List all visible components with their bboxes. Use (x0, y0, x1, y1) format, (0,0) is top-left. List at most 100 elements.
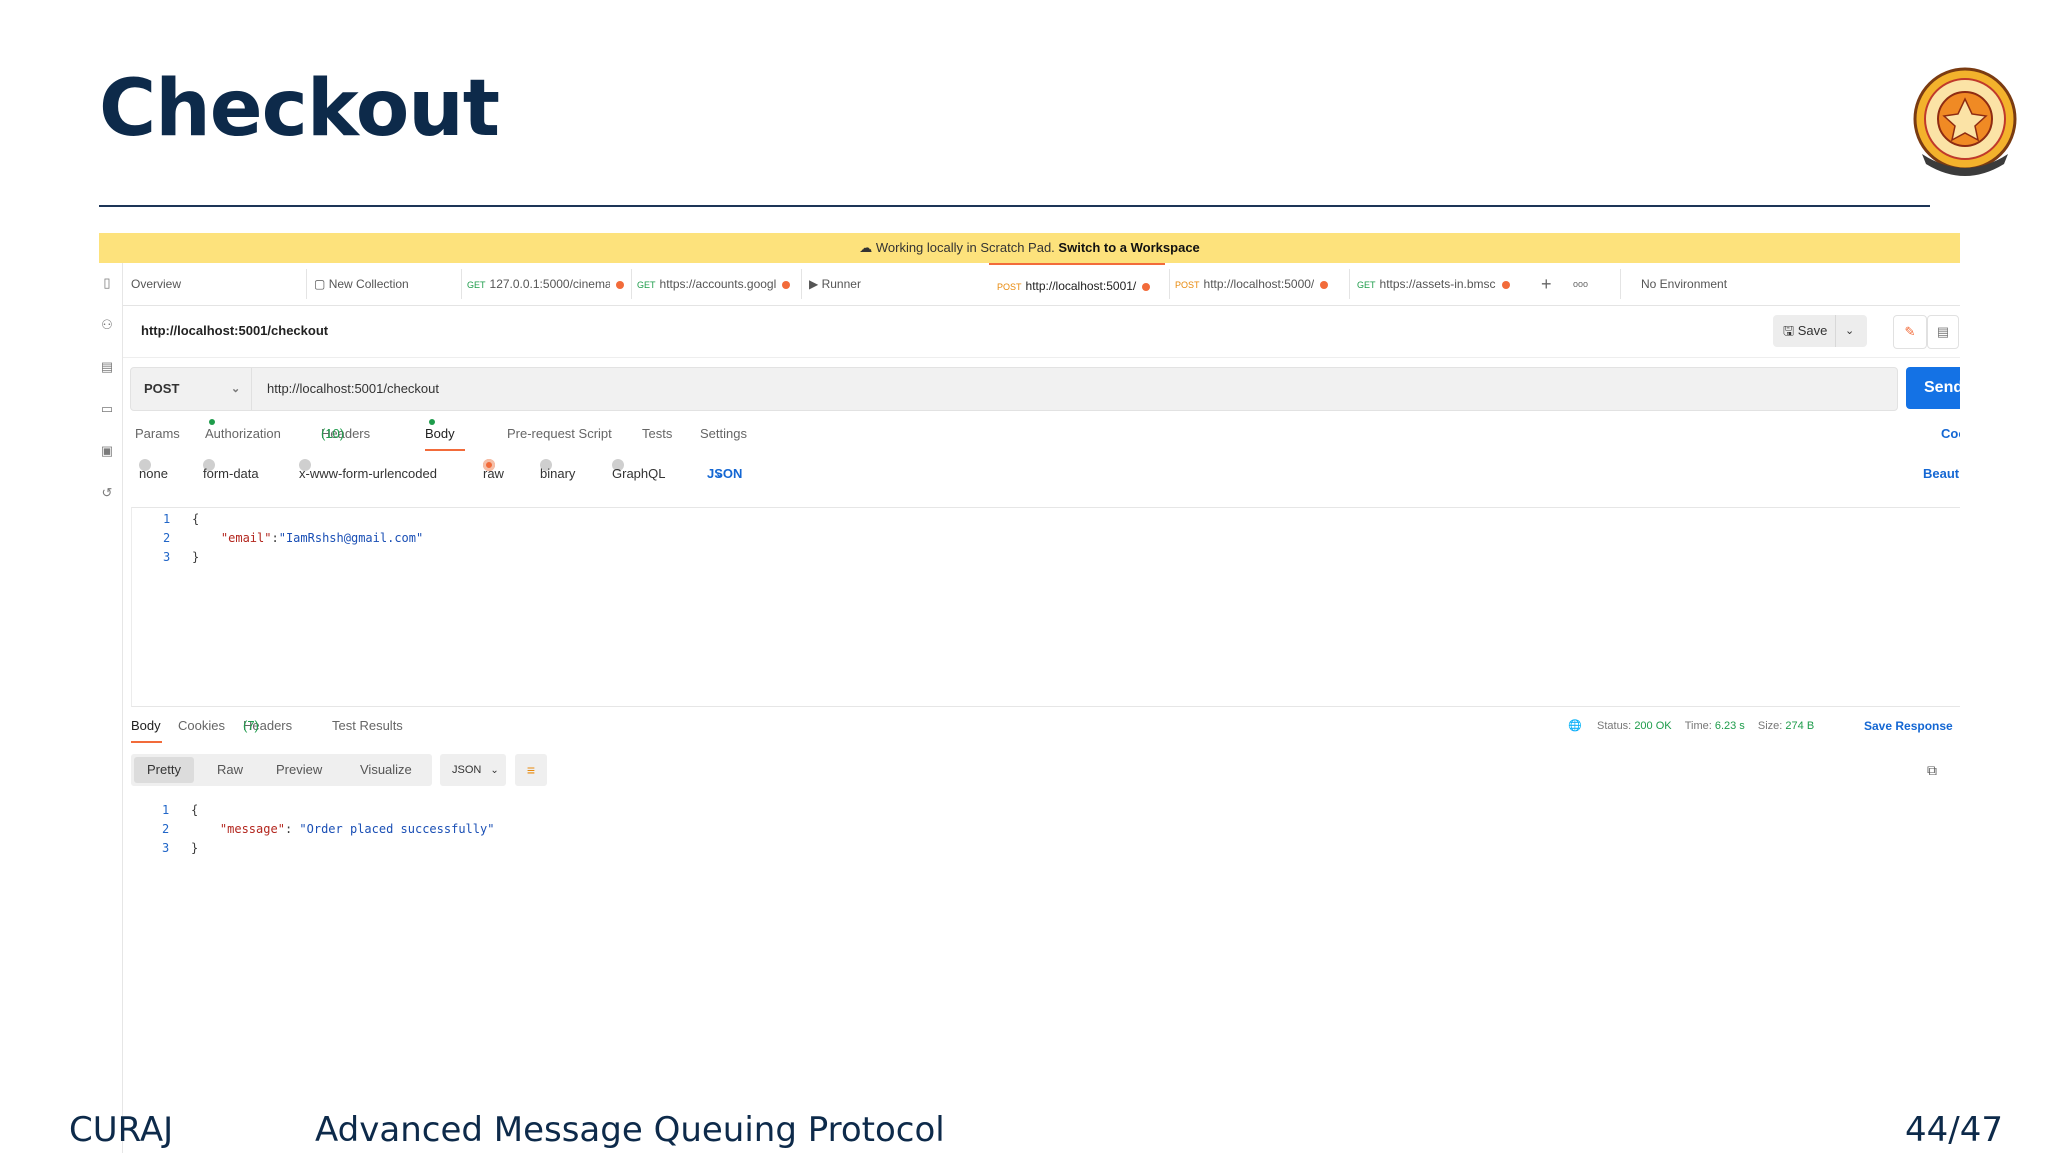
send-button[interactable]: Send (1906, 367, 1960, 409)
response-line-numbers: 1 2 3 (162, 801, 169, 858)
line-number: 1 (163, 512, 171, 526)
save-response-button[interactable]: Save Response (1864, 711, 1953, 741)
radio-label: GraphQL (612, 466, 666, 481)
tab-post-localhost-5000[interactable]: POST http://localhost:5000/ (1175, 263, 1345, 305)
environment-selector[interactable]: No Environment (1641, 263, 1781, 305)
tab-separator (1349, 269, 1350, 299)
beautify-link[interactable]: Beautif (1923, 459, 1960, 489)
radio-label: none (139, 466, 168, 481)
tab-method: GET (1357, 280, 1376, 290)
view-pretty[interactable]: Pretty (147, 754, 181, 786)
tab-method: POST (1175, 280, 1200, 290)
more-tabs-button[interactable]: ooo (1573, 263, 1597, 305)
json-colon: : (284, 822, 300, 836)
tab-new-collection[interactable]: ▢ New Collection (314, 263, 454, 305)
line-numbers: 1 2 3 (163, 510, 170, 567)
response-tab-cookies[interactable]: Cookies (178, 711, 225, 741)
radio-label: raw (483, 466, 504, 481)
tab-tests[interactable]: Tests (642, 419, 672, 449)
radio-label: x-www-form-urlencoded (299, 466, 437, 481)
tab-label: http://localhost:5000/ (1203, 277, 1315, 291)
radio-label: form-data (203, 466, 259, 481)
headers-count: (10) (321, 426, 345, 441)
view-visualize[interactable]: Visualize (360, 754, 412, 786)
environments-icon[interactable]: ▤ (99, 359, 115, 375)
tab-label: Overview (131, 277, 182, 291)
tab-label: https://accounts.googl (659, 277, 777, 291)
chevron-down-icon[interactable]: ⌄ (1845, 315, 1854, 347)
size-label: Size: (1757, 720, 1783, 732)
headers-count: (7) (243, 718, 259, 733)
wrap-lines-icon[interactable]: ≡ (515, 754, 547, 786)
save-button[interactable]: 🖫 Save ⌄ (1773, 315, 1867, 347)
university-logo (1913, 67, 2017, 176)
line-number: 2 (163, 531, 171, 545)
size-value: 274 B (1785, 720, 1815, 732)
time-label: Time: (1684, 720, 1712, 732)
mock-servers-icon[interactable]: ▭ (99, 401, 115, 417)
tab-separator (306, 269, 307, 299)
tab-separator (461, 269, 462, 299)
title-divider (99, 205, 1930, 207)
line-number: 3 (163, 550, 171, 564)
request-name[interactable]: http://localhost:5001/checkout (141, 305, 328, 357)
unsaved-dot (1320, 280, 1329, 289)
response-tab-body[interactable]: Body (131, 711, 161, 741)
copy-icon[interactable]: ⧉ (1927, 754, 1937, 784)
line-number: 2 (162, 822, 170, 836)
chevron-down-icon: ⌄ (231, 383, 241, 395)
tab-runner[interactable]: ▶ Runner (809, 263, 929, 305)
tab-get-assets[interactable]: GET https://assets-in.bmsc (1357, 263, 1529, 305)
response-format-select[interactable]: JSON ⌄ (440, 754, 506, 786)
view-raw[interactable]: Raw (217, 754, 243, 786)
code-brace: { (192, 512, 200, 526)
line-number: 1 (162, 803, 170, 817)
tab-prerequest-script[interactable]: Pre-request Script (507, 419, 612, 449)
history-icon[interactable]: ↺ (99, 485, 115, 501)
tab-label: 127.0.0.1:5000/cinemas (489, 277, 610, 291)
tab-method: POST (997, 282, 1022, 292)
cookies-link[interactable]: Cooki (1941, 419, 1960, 449)
switch-workspace-link[interactable]: Switch to a Workspace (1058, 240, 1199, 255)
code-brace: } (191, 841, 199, 855)
tab-bar: Overview ▢ New Collection GET 127.0.0.1:5… (123, 263, 1960, 306)
globe-icon[interactable]: 🌐 (1568, 711, 1582, 741)
view-preview[interactable]: Preview (276, 754, 322, 786)
active-tab-underline (131, 741, 162, 743)
tab-label: Runner (821, 277, 861, 291)
save-divider (1835, 315, 1836, 347)
json-value: "IamRshsh@gmail.com" (278, 531, 424, 545)
status-dot (429, 419, 435, 425)
tab-settings[interactable]: Settings (700, 419, 747, 449)
monitors-icon[interactable]: ▣ (99, 443, 115, 459)
tab-separator (1620, 269, 1621, 299)
request-body-editor[interactable]: 1 2 3 { "email":"IamRshsh@gmail.com" } (131, 507, 1960, 707)
edit-icon[interactable]: ✎ (1893, 315, 1927, 349)
json-colon: : (271, 531, 279, 545)
postman-window: ☁ Working locally in Scratch Pad. Switch… (99, 233, 1960, 1153)
tab-method: GET (467, 280, 486, 290)
line-number: 3 (162, 841, 170, 855)
tab-get-accounts[interactable]: GET https://accounts.googl (637, 263, 797, 305)
url-input[interactable]: http://localhost:5001/checkout (267, 368, 439, 410)
add-tab-button[interactable]: + (1541, 263, 1561, 305)
tab-get-cinemas[interactable]: GET 127.0.0.1:5000/cinemas (467, 263, 627, 305)
tab-post-checkout[interactable]: POST http://localhost:5001/ (989, 263, 1165, 305)
footer-page-number: 44/47 (1905, 1110, 2003, 1150)
apis-icon[interactable]: ⚇ (99, 317, 115, 333)
send-label: Send (1924, 379, 1960, 396)
tab-label: http://localhost:5001/ (1025, 279, 1137, 293)
tab-label: Authorization (205, 426, 281, 441)
tab-separator (1169, 269, 1170, 299)
slide-title: Checkout (99, 64, 500, 154)
active-tab-underline (425, 449, 465, 451)
left-sidebar: ▯ ⚇ ▤ ▭ ▣ ↺ (99, 263, 123, 1153)
comments-icon[interactable]: ▤ (1927, 315, 1959, 349)
tab-overview[interactable]: Overview (131, 263, 301, 305)
footer-topic: Advanced Message Queuing Protocol (315, 1110, 945, 1150)
method-select[interactable]: POST ⌄ (131, 368, 252, 410)
status-label: Status: (1597, 720, 1632, 732)
collections-icon[interactable]: ▯ (99, 275, 115, 291)
tab-params[interactable]: Params (135, 419, 180, 449)
response-tab-test-results[interactable]: Test Results (332, 711, 403, 741)
